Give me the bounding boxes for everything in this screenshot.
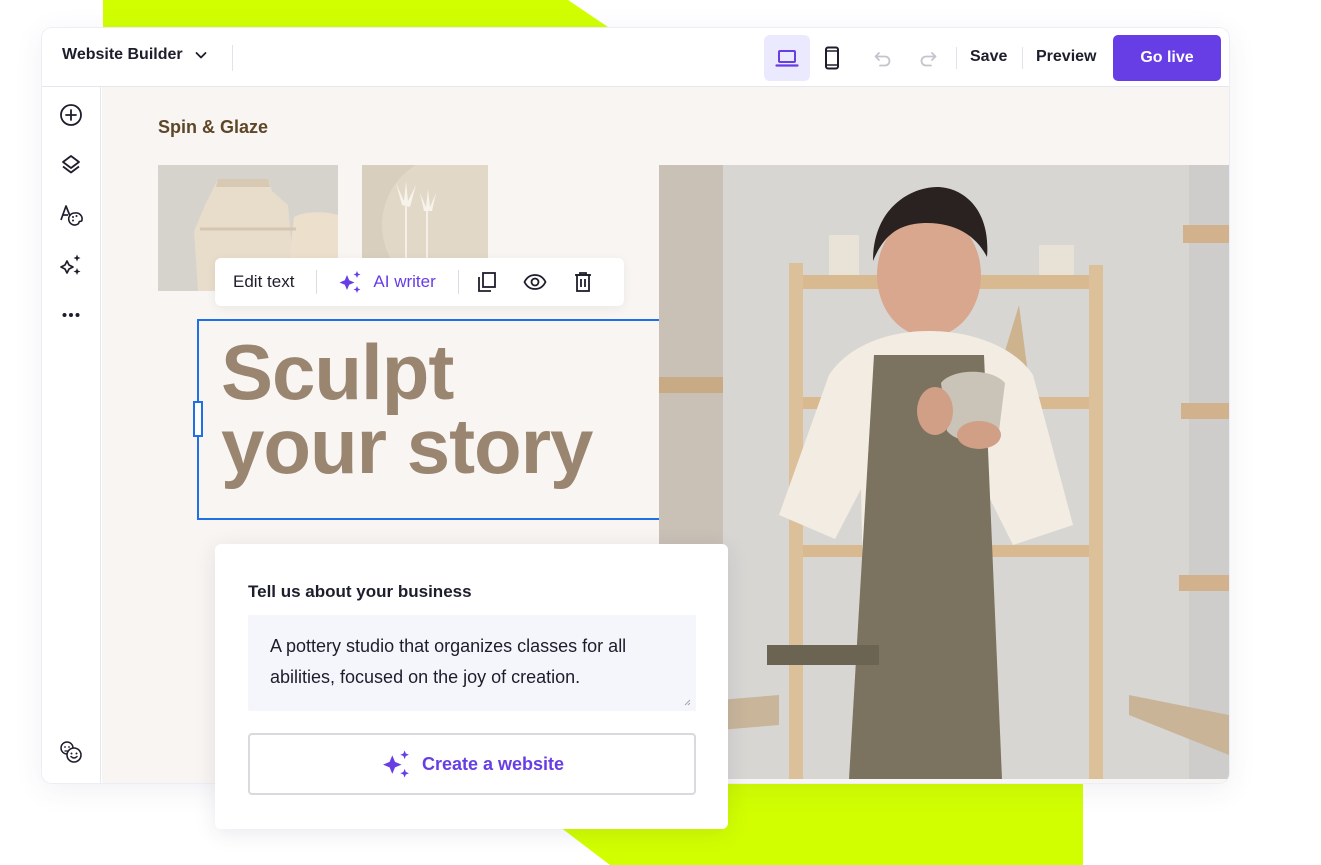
sidebar-item-feedback[interactable] — [56, 737, 86, 767]
sparkles-icon — [383, 750, 409, 778]
mobile-icon — [825, 46, 839, 70]
headline-text[interactable]: Sculpt your story — [221, 328, 593, 490]
headline-line-1: Sculpt — [221, 328, 454, 416]
eye-icon[interactable] — [523, 270, 547, 294]
save-button[interactable]: Save — [970, 48, 1007, 66]
create-website-label: Create a website — [421, 753, 565, 774]
layers-icon — [62, 155, 80, 174]
edit-text-label: Edit text — [233, 272, 295, 291]
sidebar-item-add[interactable] — [56, 100, 86, 130]
sidebar-item-ai-tools[interactable] — [56, 250, 86, 280]
selected-headline-block[interactable]: Sculpt your story — [193, 319, 670, 520]
more-icon — [62, 313, 80, 317]
duplicate-icon[interactable] — [475, 270, 499, 294]
sidebar-item-layers[interactable] — [56, 150, 86, 180]
plus-circle-icon — [60, 104, 82, 126]
smiley-faces-icon — [60, 741, 82, 763]
sparkles-icon — [60, 254, 81, 275]
sidebar-item-more[interactable] — [56, 300, 86, 330]
create-website-button[interactable]: Create a website — [248, 733, 696, 795]
redo-icon — [920, 52, 937, 67]
divider — [232, 45, 233, 71]
text-edit-toolbar: Edit text AI writer — [215, 258, 624, 306]
mobile-view-button[interactable] — [809, 35, 855, 81]
decorative-lime-shape-top — [103, 0, 608, 27]
ai-card-title: Tell us about your business — [248, 582, 472, 601]
preview-button[interactable]: Preview — [1036, 48, 1096, 66]
top-toolbar: Website Builder Save Preview Go live — [42, 28, 1229, 87]
business-description-input[interactable]: A pottery studio that organizes classes … — [248, 615, 696, 711]
business-description-value: A pottery studio that organizes classes … — [270, 636, 627, 687]
builder-menu-dropdown[interactable]: Website Builder — [62, 46, 209, 64]
sidebar-item-styles[interactable] — [56, 200, 86, 230]
laptop-icon — [775, 50, 799, 67]
chevron-down-icon — [195, 52, 207, 59]
potter-illustration — [659, 165, 1229, 779]
trash-icon[interactable] — [571, 270, 595, 294]
sparkles-icon — [339, 271, 361, 293]
typography-palette-icon — [60, 205, 83, 226]
potter-woman-photo[interactable] — [659, 165, 1229, 779]
divider — [1022, 47, 1023, 69]
ai-writer-label: AI writer — [373, 272, 436, 291]
undo-icon — [874, 52, 891, 67]
site-name[interactable]: Spin & Glaze — [158, 117, 268, 138]
ai-writer-button[interactable]: AI writer — [337, 269, 436, 295]
left-sidebar — [42, 87, 101, 783]
headline-line-2: your story — [221, 402, 593, 490]
resize-handle-left[interactable] — [193, 401, 203, 437]
resize-grip-icon[interactable] — [683, 698, 691, 706]
desktop-view-button[interactable] — [764, 35, 810, 81]
redo-button[interactable] — [905, 35, 951, 81]
divider — [457, 270, 459, 294]
app-title: Website Builder — [62, 46, 183, 63]
ai-website-generator-card: Tell us about your business A pottery st… — [215, 544, 728, 829]
go-live-button[interactable]: Go live — [1113, 35, 1221, 81]
edit-text-button[interactable]: Edit text — [233, 272, 294, 292]
divider — [956, 47, 957, 69]
divider — [316, 270, 318, 294]
undo-button[interactable] — [860, 35, 906, 81]
